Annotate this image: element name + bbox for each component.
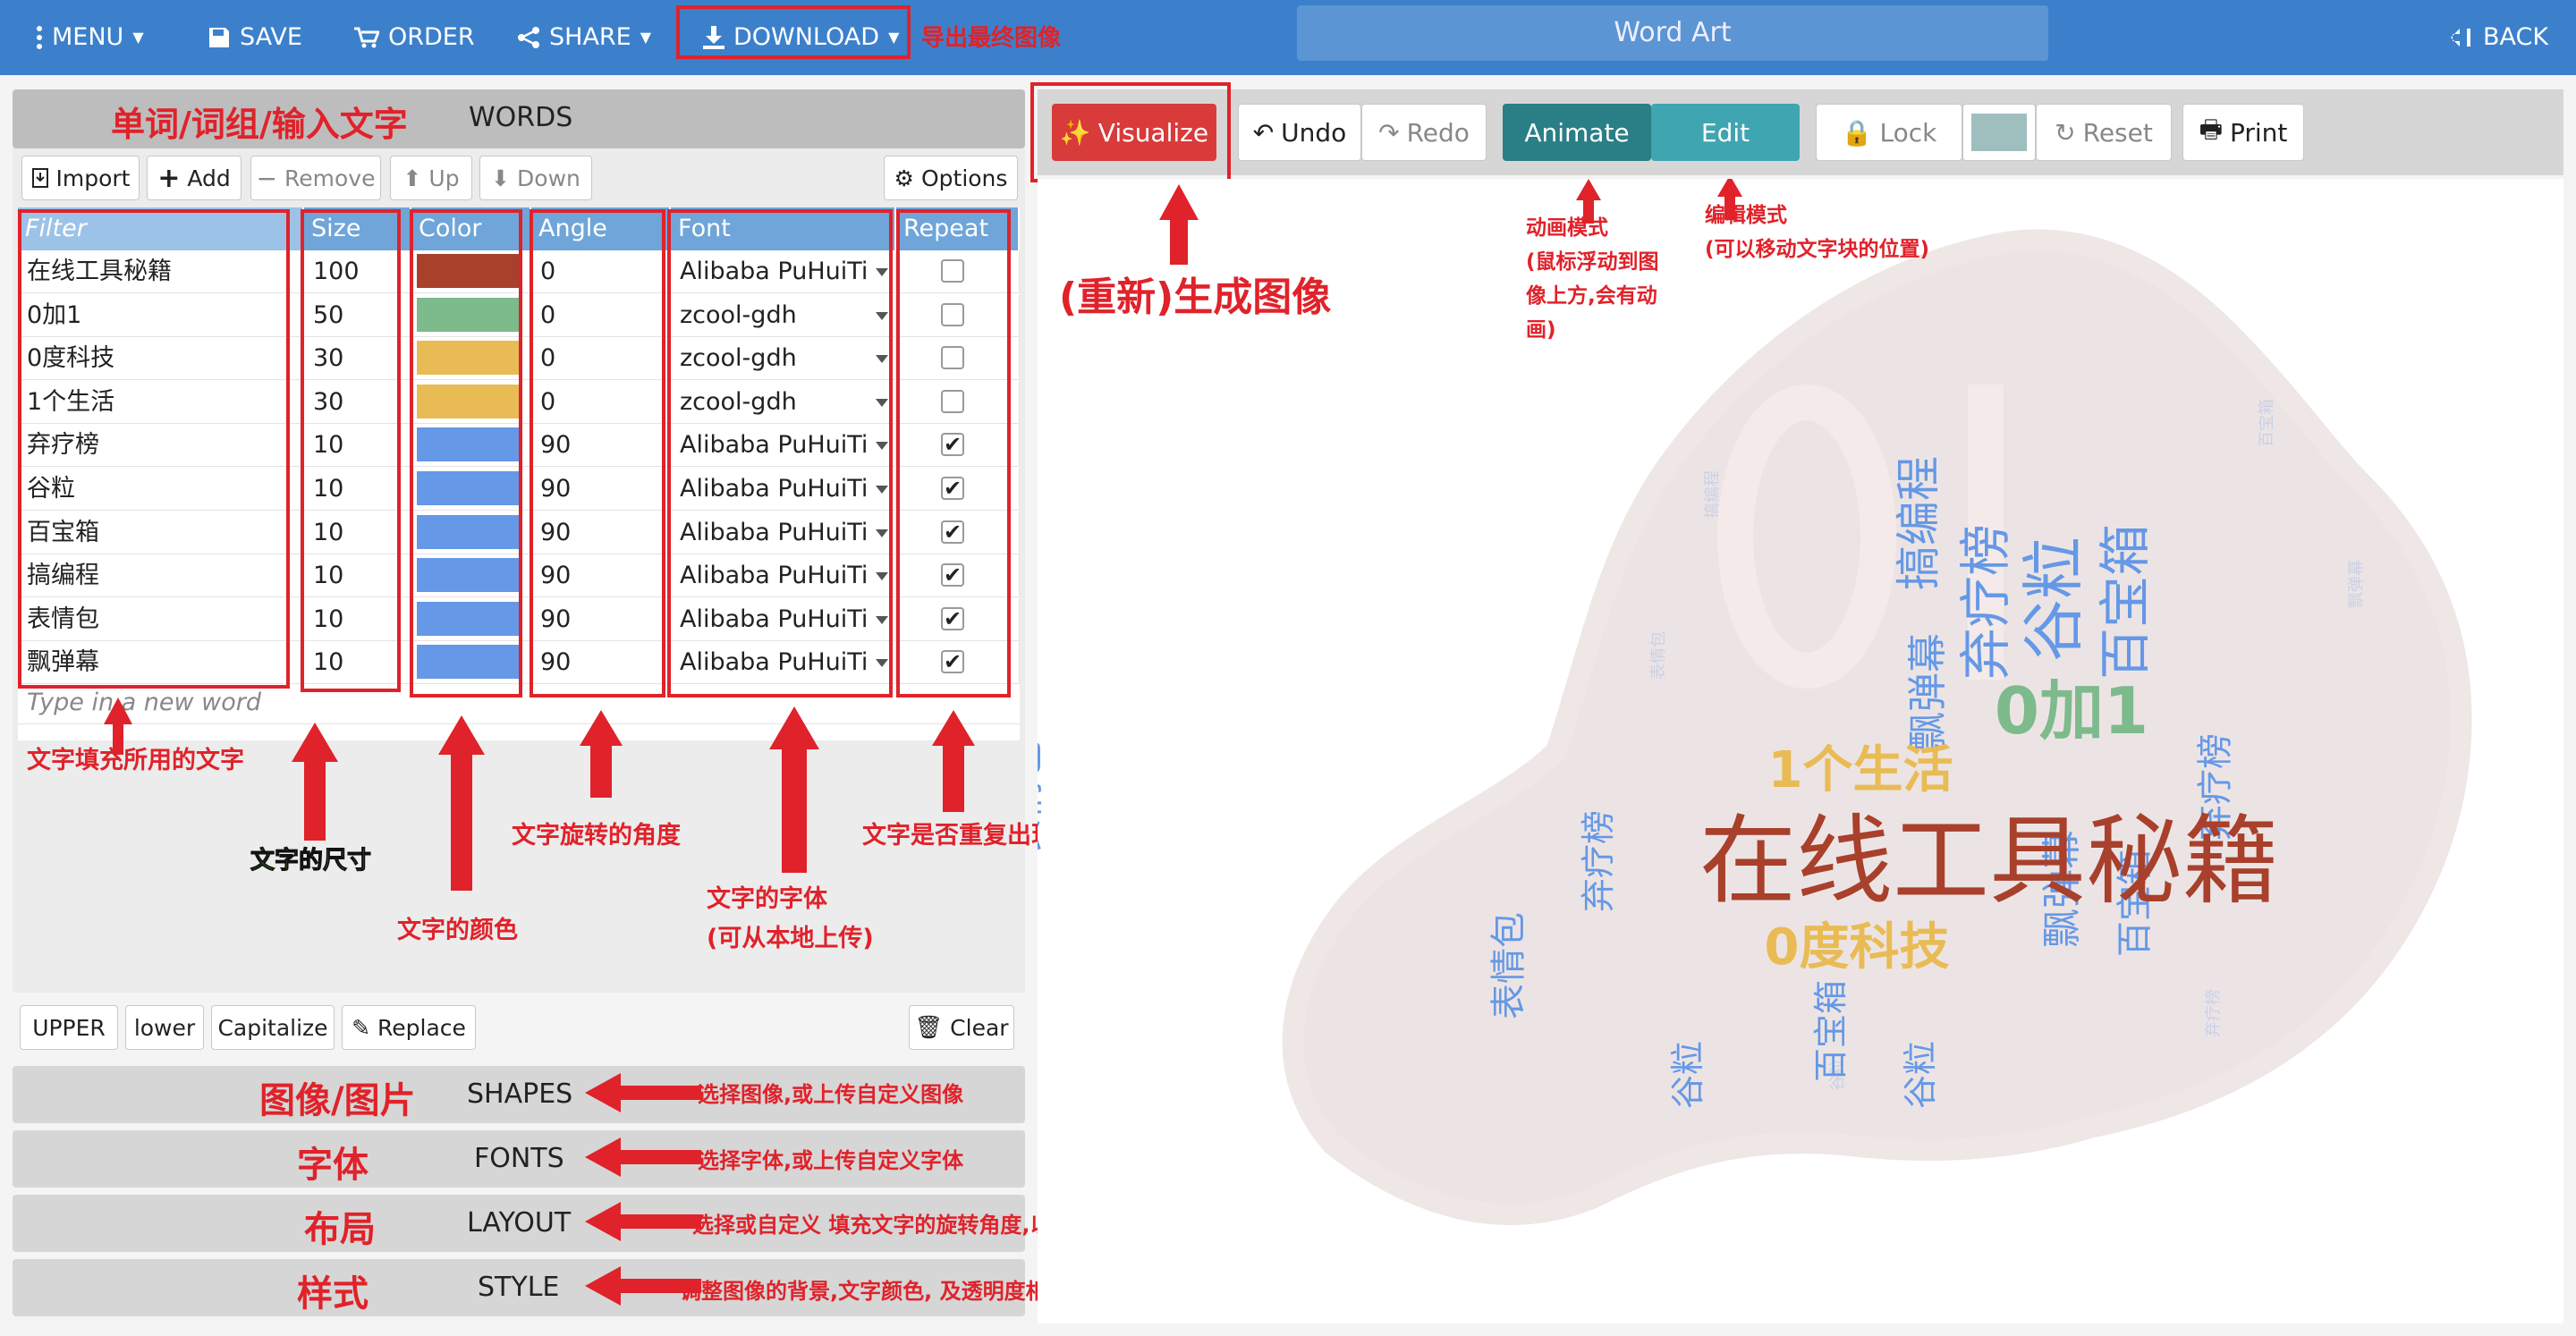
visualize-highlight (1030, 82, 1231, 182)
repeat-arrow (932, 710, 975, 812)
shapes-label: SHAPES (467, 1078, 573, 1110)
font-annotation: 文字的字体 (可从本地上传) (707, 885, 874, 952)
color-swatch (1971, 114, 2027, 151)
word-0duteji: 0度科技 (1765, 918, 1950, 977)
trash-icon: 🗑 (914, 1014, 944, 1040)
back-arrow-icon (2451, 29, 2470, 47)
shapes-annotation: 选择图像,或上传自定义图像 (698, 1082, 964, 1107)
filler-word: 百宝箱 (2258, 399, 2276, 447)
lower-button[interactable]: lower (125, 1005, 204, 1050)
color-annotation: 文字的颜色 (397, 917, 518, 944)
reset-button[interactable]: ↻ Reset (2036, 104, 2172, 161)
filler-word: 表情包 (1649, 631, 1668, 680)
edit-icon: ✎ (352, 1014, 371, 1041)
color-swatch-button[interactable] (1962, 104, 2036, 161)
angle-annotation: 文字旋转的角度 (512, 822, 681, 850)
redo-label: Redo (1406, 117, 1470, 148)
font-arrow (769, 706, 819, 873)
shape-silhouette (1282, 229, 2472, 1225)
filler-word: 飘弹幕 (2347, 560, 2366, 608)
print-label: Print (2230, 117, 2288, 148)
lock-label: Lock (1879, 117, 1937, 148)
word-baibaoxiang: 百宝箱 (2095, 524, 2156, 680)
back-button[interactable]: BACK (2451, 0, 2548, 75)
undo-label: Undo (1281, 117, 1347, 148)
word-qiliaobang: 弃疗榜 (1955, 524, 2016, 680)
clear-label: Clear (950, 1014, 1009, 1041)
layout-label: LAYOUT (467, 1207, 572, 1239)
redo-button[interactable]: ↷ Redo (1361, 104, 1487, 161)
animate-annotation: 动画模式 (鼠标浮动到图 像上方,会有动 画) (1526, 216, 1659, 342)
fonts-label: FONTS (474, 1143, 564, 1174)
visualize-annotation: (重新)生成图像 (1059, 275, 1332, 320)
word-gaobiancheng: 搞编程 (1893, 456, 1945, 590)
replace-button[interactable]: ✎ Replace (342, 1005, 476, 1050)
shapes-cn-annotation: 图像/图片 (259, 1080, 416, 1121)
style-cn-annotation: 样式 (297, 1273, 369, 1315)
back-label: BACK (2483, 23, 2549, 51)
reset-icon: ↻ (2055, 117, 2076, 148)
upper-button[interactable]: UPPER (20, 1005, 118, 1050)
capitalize-button[interactable]: Capitalize (211, 1005, 335, 1050)
word-0jia1: 0加1 (1995, 673, 2148, 748)
clear-button[interactable]: 🗑 Clear (909, 1005, 1014, 1050)
word-guli: 谷粒 (2017, 537, 2090, 662)
undo-icon: ↶ (1252, 117, 1275, 148)
wordart-image[interactable]: 搞编程 百宝箱 飘弹幕 表情包 谷粒 弃疗榜 弃疗榜 谷粒 百宝箱 搞编程 飘弹… (1002, 179, 2563, 1323)
filler-word: 弃疗榜 (2204, 989, 2223, 1037)
word-biaoqingbao: 表情包 (1038, 740, 1047, 858)
filter-annotation: 文字填充所用的文字 (27, 747, 244, 774)
lock-button[interactable]: 🔒 Lock (1816, 104, 1962, 161)
angle-arrow (580, 710, 623, 798)
style-label: STYLE (478, 1272, 560, 1303)
size-arrow (292, 723, 338, 841)
redo-icon: ↷ (1378, 117, 1400, 148)
size-annotation: 文字的尺寸 (250, 847, 372, 875)
fonts-cn-annotation: 字体 (297, 1145, 369, 1186)
word-zaixian: 在线工具秘籍 (1699, 806, 2279, 917)
replace-label: Replace (377, 1014, 466, 1041)
lock-icon: 🔒 (1841, 117, 1873, 148)
word-biaoqingbao-2: 表情包 (1488, 912, 1530, 1019)
reset-label: Reset (2082, 117, 2153, 148)
print-button[interactable]: 🖶 Print (2182, 104, 2304, 161)
animate-button[interactable]: Animate (1503, 104, 1651, 161)
word-baibaoxiang-3: 百宝箱 (1811, 980, 1851, 1082)
word-1gshenghuo: 1个生活 (1768, 741, 1953, 799)
color-arrow (438, 715, 485, 891)
edit-button[interactable]: Edit (1651, 104, 1800, 161)
layout-cn-annotation: 布局 (304, 1209, 376, 1250)
wordart-canvas[interactable]: 搞编程 百宝箱 飘弹幕 表情包 谷粒 弃疗榜 弃疗榜 谷粒 百宝箱 搞编程 飘弹… (1002, 179, 2563, 1323)
repeat-annotation: 文字是否重复出现 (862, 822, 1055, 850)
word-guli-2: 谷粒 (1901, 1041, 1940, 1109)
word-qiliaobang-3: 弃疗榜 (1579, 810, 1618, 912)
word-piaodanmu: 飘弹幕 (1905, 633, 1951, 751)
undo-button[interactable]: ↶ Undo (1238, 104, 1361, 161)
word-guli-3: 谷粒 (1668, 1041, 1707, 1109)
edit-annotation: 编辑模式 (可以移动文字块的位置) (1705, 204, 1930, 261)
printer-icon: 🖶 (2199, 114, 2223, 144)
document-title[interactable]: Word Art (1297, 5, 2048, 61)
fonts-annotation: 选择字体,或上传自定义字体 (698, 1148, 964, 1173)
